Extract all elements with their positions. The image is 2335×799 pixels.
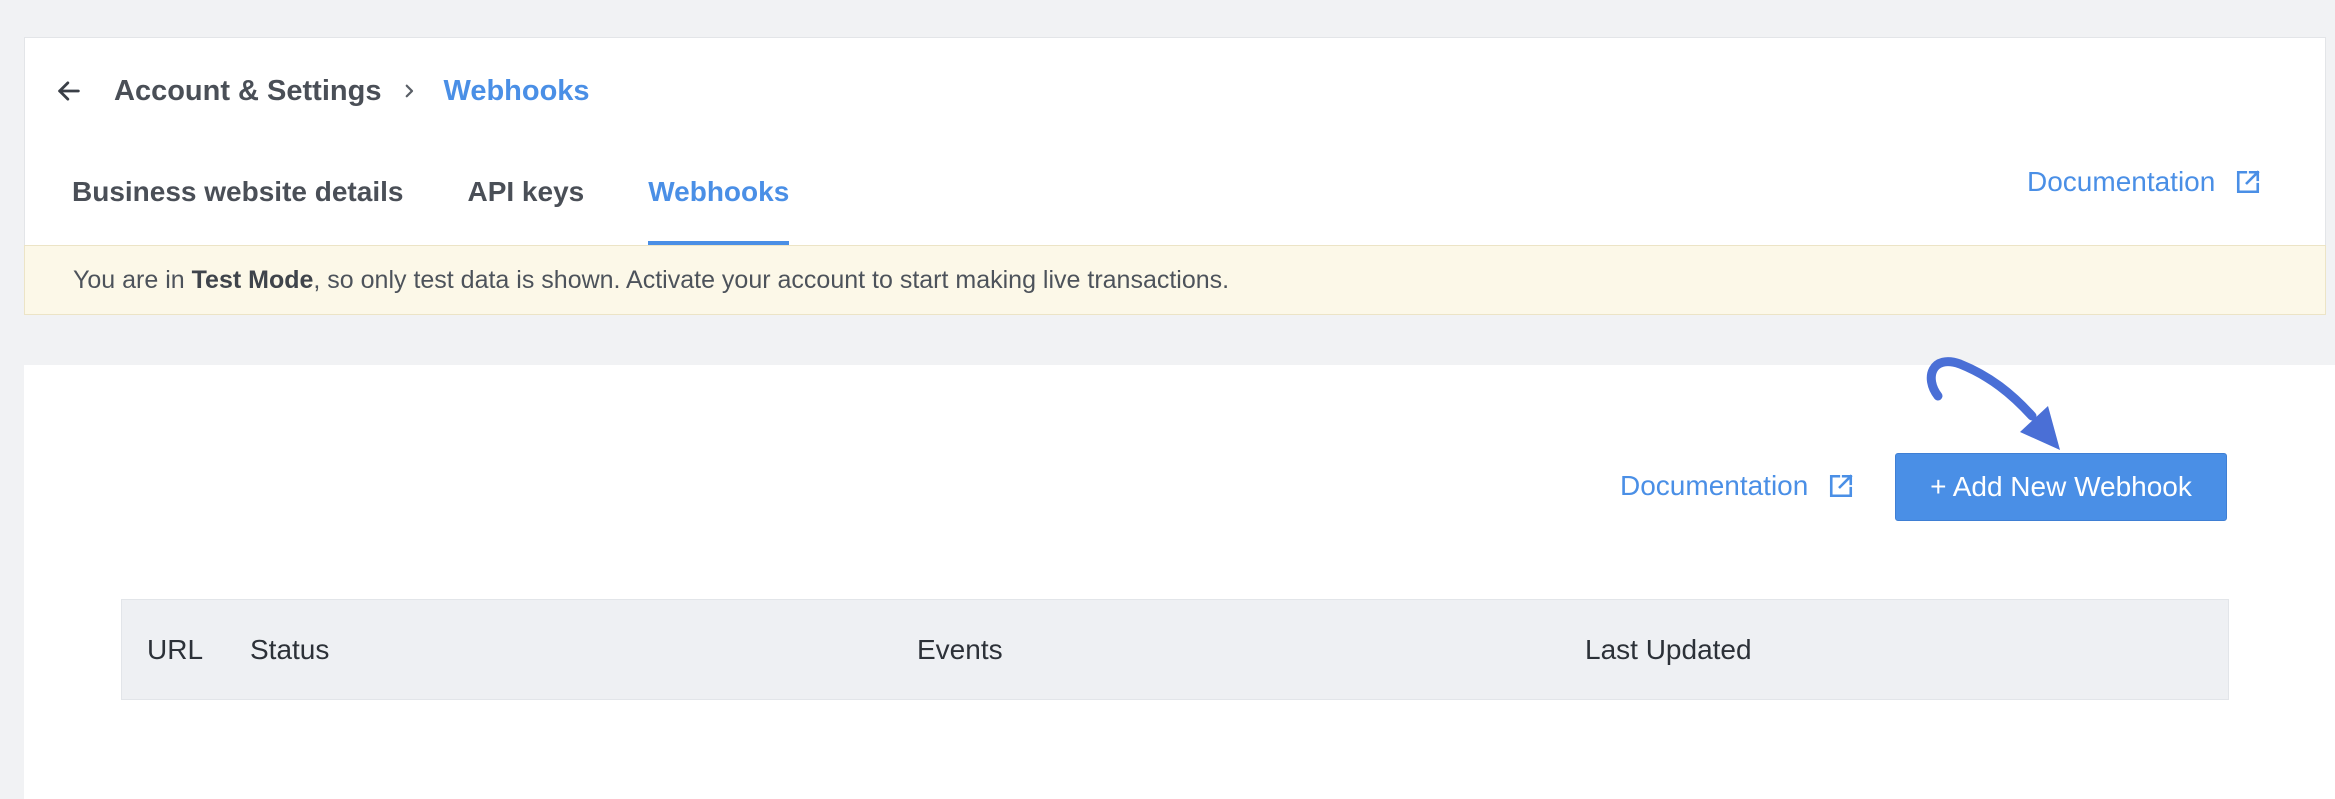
settings-tabs: Business website details API keys Webhoo… (72, 160, 853, 246)
column-header-last-updated[interactable]: Last Updated (1585, 600, 1752, 699)
documentation-label: Documentation (1620, 470, 1809, 501)
banner-prefix: You are in (73, 265, 192, 294)
curved-arrow-icon (1926, 357, 2060, 450)
breadcrumb: Account & Settings Webhooks (48, 54, 590, 128)
banner-suffix: , so only test data is shown. Activate y… (313, 265, 1230, 294)
tab-webhooks[interactable]: Webhooks (648, 160, 790, 246)
panel-documentation-link[interactable]: Documentation (1620, 470, 1856, 502)
chevron-right-icon (395, 77, 423, 105)
breadcrumb-parent[interactable]: Account & Settings (114, 75, 381, 108)
header-documentation-link[interactable]: Documentation (2027, 166, 2263, 198)
test-mode-banner: You are in Test Mode , so only test data… (24, 245, 2326, 315)
external-link-icon (2233, 167, 2263, 197)
arrow-left-icon[interactable] (48, 70, 90, 112)
external-link-icon (1826, 471, 1856, 501)
documentation-label: Documentation (2027, 166, 2216, 197)
breadcrumb-current: Webhooks (443, 74, 590, 107)
add-new-webhook-button[interactable]: + Add New Webhook (1895, 453, 2227, 521)
column-header-events[interactable]: Events (917, 600, 1003, 699)
column-header-url[interactable]: URL (147, 600, 203, 699)
tab-api-keys[interactable]: API keys (467, 160, 584, 246)
webhooks-table-header: URL Status Events Last Updated (121, 599, 2229, 700)
banner-mode: Test Mode (191, 265, 314, 294)
tab-business-website-details[interactable]: Business website details (72, 160, 403, 246)
column-header-status[interactable]: Status (250, 600, 329, 699)
